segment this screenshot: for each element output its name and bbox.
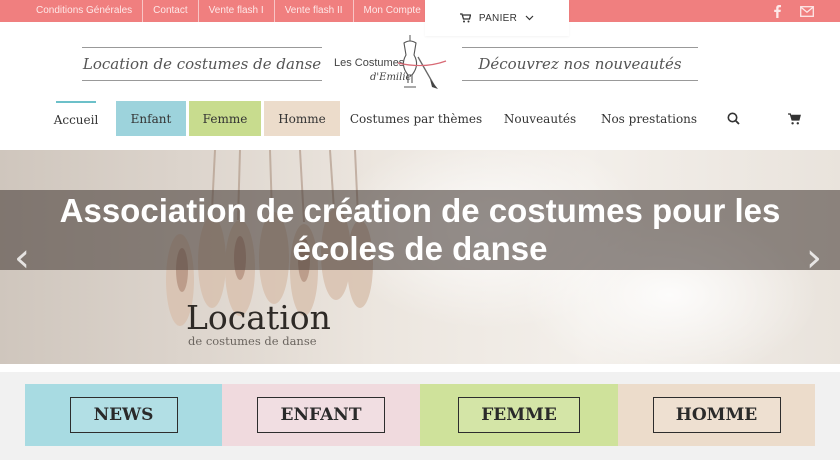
category-news-label: NEWS — [69, 397, 178, 433]
site-logo[interactable]: Les Costumes d'Emilie — [330, 35, 458, 91]
nav-homme[interactable]: Homme — [264, 101, 340, 136]
category-enfant-label: ENFANT — [257, 397, 385, 433]
hero-title-band: Association de création de costumes pour… — [0, 190, 840, 270]
category-homme-label: HOMME — [652, 397, 781, 433]
nav-accueil[interactable]: Accueil — [54, 101, 98, 136]
cart-dropdown[interactable]: PANIER — [425, 0, 569, 36]
category-femme-label: FEMME — [458, 397, 580, 433]
facebook-icon[interactable] — [772, 0, 782, 22]
mannequin-icon — [397, 35, 447, 89]
banner-location[interactable]: Location de costumes de danse — [82, 47, 322, 81]
link-vente-flash-1[interactable]: Vente flash I — [199, 0, 275, 22]
link-conditions[interactable]: Conditions Générales — [26, 0, 144, 22]
cart-icon — [459, 13, 471, 23]
nav-nouveautes[interactable]: Nouveautés — [500, 101, 580, 136]
category-femme[interactable]: FEMME — [420, 384, 618, 446]
arrow-left-icon[interactable]: ‹ — [14, 238, 30, 278]
main-nav: Accueil Enfant Femme Homme Costumes par … — [0, 100, 840, 138]
banner-nouveautes[interactable]: Découvrez nos nouveautés — [462, 47, 698, 81]
nav-costumes-par-themes[interactable]: Costumes par thèmes — [350, 101, 482, 136]
category-homme[interactable]: HOMME — [618, 384, 815, 446]
mail-icon[interactable] — [800, 0, 814, 22]
category-enfant[interactable]: ENFANT — [222, 384, 420, 446]
banner-nouveautes-text: Découvrez nos nouveautés — [478, 55, 682, 73]
arrow-right-icon[interactable]: › — [806, 238, 822, 278]
link-contact[interactable]: Contact — [143, 0, 199, 22]
chevron-down-icon — [525, 15, 534, 21]
hero-title: Association de création de costumes pour… — [59, 192, 781, 267]
nav-nos-prestations[interactable]: Nos prestations — [600, 101, 698, 136]
banner-location-text: Location de costumes de danse — [82, 55, 322, 73]
top-bar: Conditions Générales Contact Vente flash… — [0, 0, 840, 22]
hero-caption-subtitle: de costumes de danse — [188, 334, 317, 348]
link-vente-flash-2[interactable]: Vente flash II — [275, 0, 354, 22]
search-icon[interactable] — [722, 101, 744, 136]
nav-femme[interactable]: Femme — [189, 101, 261, 136]
hero-caption-location: Location — [186, 298, 331, 337]
cart-label: PANIER — [478, 12, 518, 24]
nav-enfant[interactable]: Enfant — [116, 101, 186, 136]
hero-slider[interactable]: Association de création de costumes pour… — [0, 150, 840, 364]
category-news[interactable]: NEWS — [25, 384, 222, 446]
cart-icon[interactable] — [784, 101, 804, 136]
top-links: Conditions Générales Contact Vente flash… — [26, 0, 431, 22]
link-mon-compte[interactable]: Mon Compte — [354, 0, 431, 22]
